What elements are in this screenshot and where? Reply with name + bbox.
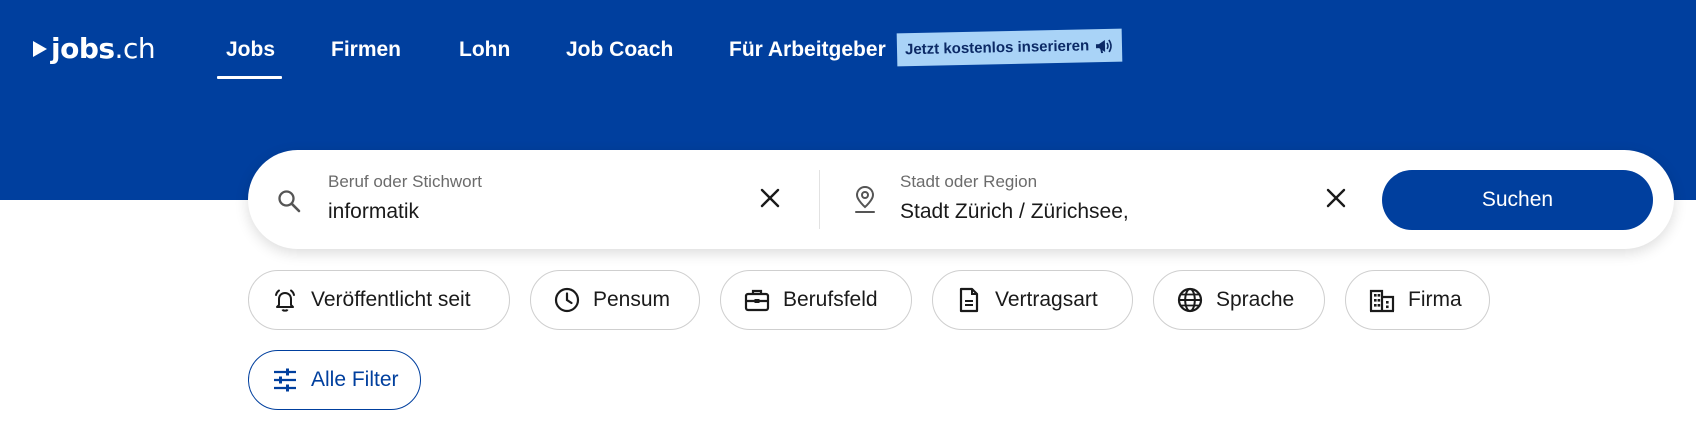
filter-chip-label: Sprache (1216, 288, 1295, 311)
logo-text-thin: .ch (114, 32, 156, 65)
filter-chip-pensum[interactable]: Pensum (530, 270, 700, 330)
keyword-input[interactable] (328, 197, 688, 227)
globe-icon (1176, 286, 1204, 314)
filter-chip-veroeffentlicht-seit[interactable]: Veröffentlicht seit (248, 270, 510, 330)
promo-badge[interactable]: Jetzt kostenlos inserieren (896, 28, 1123, 67)
briefcase-icon (743, 286, 771, 314)
document-icon (955, 286, 983, 314)
location-input[interactable] (900, 197, 1300, 227)
search-divider (819, 170, 820, 229)
location-pin-icon (852, 185, 878, 215)
filter-chip-vertragsart[interactable]: Vertragsart (932, 270, 1133, 330)
promo-badge-label: Jetzt kostenlos inserieren (904, 37, 1090, 59)
filter-chip-label: Vertragsart (995, 288, 1098, 311)
page: jobs.ch Jobs Firmen Lohn Job Coach Für A… (0, 0, 1696, 431)
bell-icon (271, 286, 299, 314)
filter-chip-label: Pensum (593, 288, 671, 311)
all-filters-label: Alle Filter (311, 368, 399, 391)
nav-job-coach[interactable]: Job Coach (566, 36, 673, 64)
nav-lohn[interactable]: Lohn (459, 36, 510, 64)
close-icon (760, 188, 780, 208)
logo-text-bold: jobs (51, 32, 115, 65)
filter-chip-firma[interactable]: Firma (1345, 270, 1490, 330)
jobs-ch-logo[interactable]: jobs.ch (32, 32, 156, 65)
clock-icon (553, 286, 581, 314)
logo-text: jobs.ch (51, 32, 156, 65)
filter-chip-label: Veröffentlicht seit (311, 288, 471, 311)
nav-fuer-arbeitgeber[interactable]: Für Arbeitgeber (729, 36, 886, 64)
filter-chip-label: Firma (1408, 288, 1462, 311)
all-filters-button[interactable]: Alle Filter (248, 350, 421, 410)
top-navigation: jobs.ch Jobs Firmen Lohn Job Coach Für A… (0, 0, 1696, 90)
filter-chip-label: Berufsfeld (783, 288, 878, 311)
nav-active-indicator (217, 76, 282, 79)
nav-firmen[interactable]: Firmen (331, 36, 401, 64)
play-icon (33, 41, 47, 57)
clear-location-button[interactable] (1322, 184, 1350, 212)
sliders-icon (271, 366, 299, 394)
location-label: Stadt oder Region (900, 172, 1038, 191)
keyword-label: Beruf oder Stichwort (328, 172, 483, 191)
filter-chip-berufsfeld[interactable]: Berufsfeld (720, 270, 912, 330)
clear-keyword-button[interactable] (756, 184, 784, 212)
search-icon (276, 188, 302, 214)
nav-jobs[interactable]: Jobs (226, 36, 275, 64)
megaphone-icon (1096, 38, 1113, 53)
close-icon (1326, 188, 1346, 208)
filter-chip-sprache[interactable]: Sprache (1153, 270, 1325, 330)
building-icon (1368, 286, 1396, 314)
search-bar: Beruf oder Stichwort Stadt oder Region (248, 150, 1674, 249)
search-submit-button[interactable]: Suchen (1382, 170, 1653, 230)
